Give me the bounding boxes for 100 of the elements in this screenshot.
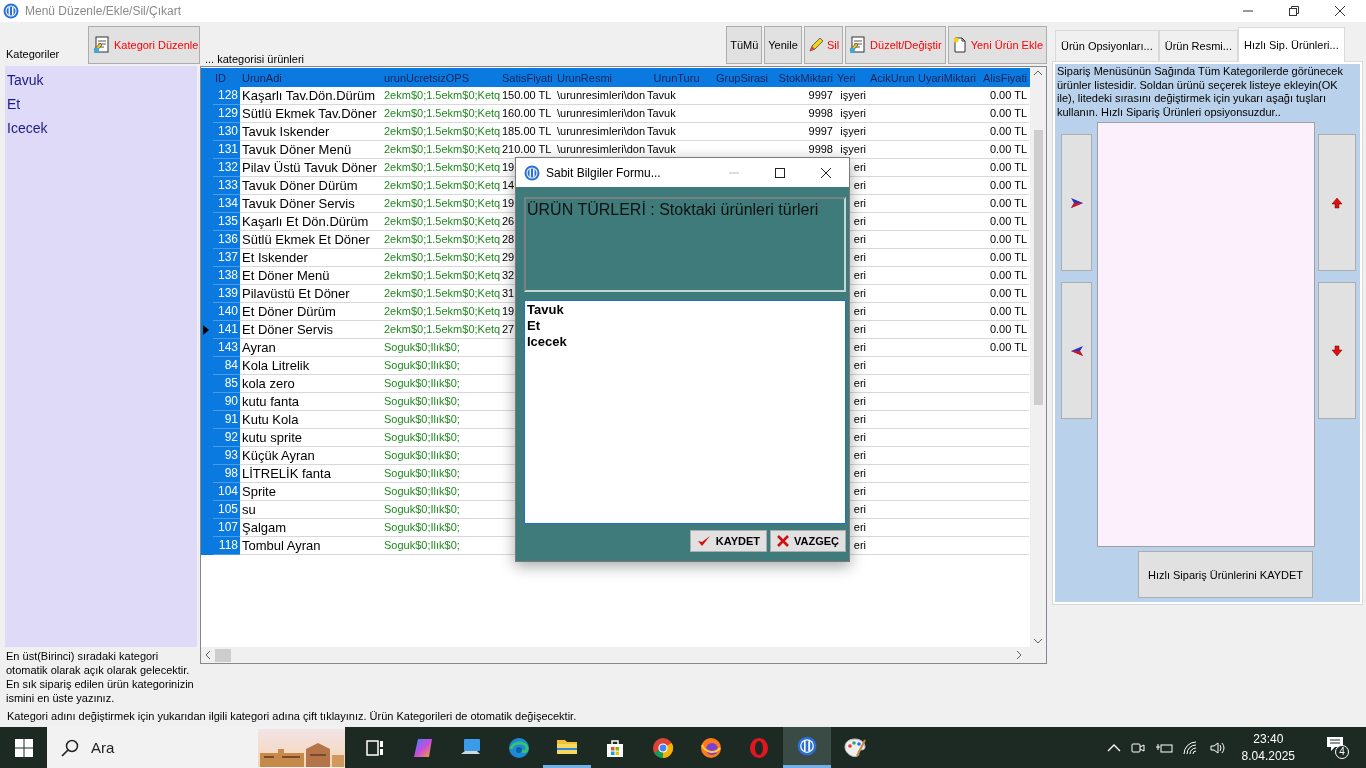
arrow-right-icon [1069,196,1084,209]
column-header[interactable]: UrunTuru [645,71,708,84]
table-cell: 0.00 TL [978,303,1029,321]
maximize-icon[interactable] [774,166,786,179]
table-cell: 137 [213,249,240,267]
delete-button[interactable]: Sil [803,26,844,64]
table-cell: 134 [213,195,240,213]
arrow-left-icon [1069,344,1084,357]
edit-button[interactable]: Düzelt/Değiştir [845,26,946,64]
column-header[interactable]: GrupSirasi [708,71,770,84]
table-cell: 90 [213,393,240,411]
column-header[interactable]: AcikUrun [868,71,916,84]
arrow-up-icon [1330,196,1344,209]
table-cell: Soguk$0;Ilık$0; [382,357,500,375]
clock[interactable]: 23:40 8.04.2025 [1241,730,1295,765]
table-cell: Soguk$0;Ilık$0; [382,501,500,519]
close-icon[interactable] [820,166,832,179]
table-cell: LİTRELİK fanta [240,465,382,483]
table-cell: 2ekm$0;1.5ekm$0;Ketq [382,87,500,105]
clock-time: 23:40 [1253,730,1284,748]
table-cell: 91 [213,411,240,429]
table-cell: Sütlü Ekmek Tav.Döner [240,105,382,123]
table-cell: 2ekm$0;1.5ekm$0;Ketq [382,249,500,267]
app-logo-icon [524,164,540,181]
window-title: Menü Düzenle/Ekle/Sil/Çıkart [25,4,182,18]
column-header[interactable]: AlisFiyati [978,71,1029,84]
windows-start-icon[interactable] [14,738,33,757]
table-cell: 0.00 TL [978,177,1029,195]
table-cell: kutu fanta [240,393,382,411]
table-cell: 2ekm$0;1.5ekm$0;Ketq [382,231,500,249]
table-cell: Tavuk Döner Servis [240,195,382,213]
app-logo-icon [3,3,19,19]
tab[interactable]: Ürün Resmi... [1158,30,1238,61]
table-cell: Tavuk Döner Dürüm [240,177,382,195]
save-button[interactable]: KAYDET [689,530,767,552]
table-cell: 2ekm$0;1.5ekm$0;Ketq [382,321,500,339]
table-cell: 2ekm$0;1.5ekm$0;Ketq [382,141,500,159]
toolbar-button[interactable]: Yenile [764,26,802,64]
cancel-button[interactable]: VAZGEÇ [769,530,846,552]
column-header[interactable]: SatisFiyati [500,71,555,84]
column-header[interactable]: ID [213,71,240,84]
column-header[interactable]: UyariMiktari [916,71,978,84]
table-cell: 140 [213,303,240,321]
text-area[interactable]: Tavuk Et Icecek [524,300,846,524]
table-cell: Tombul Ayran [240,537,382,555]
volume-icon[interactable] [1208,739,1227,756]
table-cell: 138 [213,267,240,285]
save-quick-order-button[interactable]: Hızlı Sipariş Ürünlerini KAYDET [1138,551,1313,598]
table-cell: Soguk$0;Ilık$0; [382,537,500,555]
cross-icon [776,535,789,547]
app-logo-taskbar-button[interactable] [783,727,831,768]
search-input[interactable]: Ara [89,738,243,757]
chevron-right-icon[interactable] [1017,651,1022,659]
table-cell: 0.00 TL [978,105,1029,123]
scrollbar-thumb[interactable] [215,648,231,662]
table-cell: Et Döner Servis [240,321,382,339]
table-cell: Soguk$0;Ilık$0; [382,519,500,537]
table-cell: Et Döner Dürüm [240,303,382,321]
new-product-button[interactable]: Yeni Ürün Ekle [947,26,1047,64]
table-cell: 0.00 TL [978,87,1029,105]
column-header[interactable]: StokMiktari [770,71,835,84]
footer-note: Kategori adını değiştirmek için yukarıdan ilgili kategori adına çift tıklayınız. Ürün Kategorileri de otomatik değişecektir. [7,710,577,722]
table-cell: Soguk$0;Ilık$0; [382,483,500,501]
close-icon[interactable] [1334,5,1346,17]
table-cell: 2ekm$0;1.5ekm$0;Ketq [382,105,500,123]
table-cell: Et Döner Menü [240,267,382,285]
table-cell: Sütlü Ekmek Et Döner [240,231,382,249]
table-cell: 2ekm$0;1.5ekm$0;Ketq [382,159,500,177]
table-cell: 104 [213,483,240,501]
column-header[interactable]: Yeri [835,71,868,84]
column-header[interactable]: urunUcretsizOPS [382,71,500,84]
column-header[interactable]: UrunAdi [240,71,382,84]
toolbar-button[interactable]: TüMü [726,26,763,64]
restore-icon[interactable] [1288,5,1300,17]
category-item[interactable]: Icecek [5,115,48,140]
table-cell: 0.00 TL [978,339,1029,357]
dialog-heading: ÜRÜN TÜRLERİ : Stoktaki ürünleri türleri [524,197,846,292]
categories-label: Kategoriler [6,47,60,60]
table-cell: Tavuk [645,105,708,123]
table-cell: 131 [213,141,240,159]
chevron-down-icon[interactable] [1034,639,1042,644]
products-label: ... kategorisi ürünleri [205,53,306,65]
tab[interactable]: Hızlı Sip. Ürünleri... [1237,27,1345,62]
edit-categories-button[interactable]: Kategori Düzenle [88,25,200,64]
table-cell: Soguk$0;Ilık$0; [382,465,500,483]
table-cell: Kaşarlı Tav.Dön.Dürüm [240,87,382,105]
category-item[interactable]: Tavuk [5,67,44,92]
category-item[interactable]: Et [5,91,21,116]
tab[interactable]: Ürün Opsiyonları... [1055,30,1159,61]
table-cell: 2ekm$0;1.5ekm$0;Ketq [382,177,500,195]
table-cell: Soguk$0;Ilık$0; [382,411,500,429]
chevron-left-icon[interactable] [205,651,210,659]
table-cell: 9997 [770,87,835,105]
scrollbar-thumb[interactable] [1033,129,1043,405]
table-cell: işyeri [835,87,868,105]
table-cell: Pilavüstü Et Döner [240,285,382,303]
table-cell: Şalgam [240,519,382,537]
palette-icon [843,735,867,760]
table-cell: 107 [213,519,240,537]
column-header[interactable]: UrunResmi [555,71,645,84]
